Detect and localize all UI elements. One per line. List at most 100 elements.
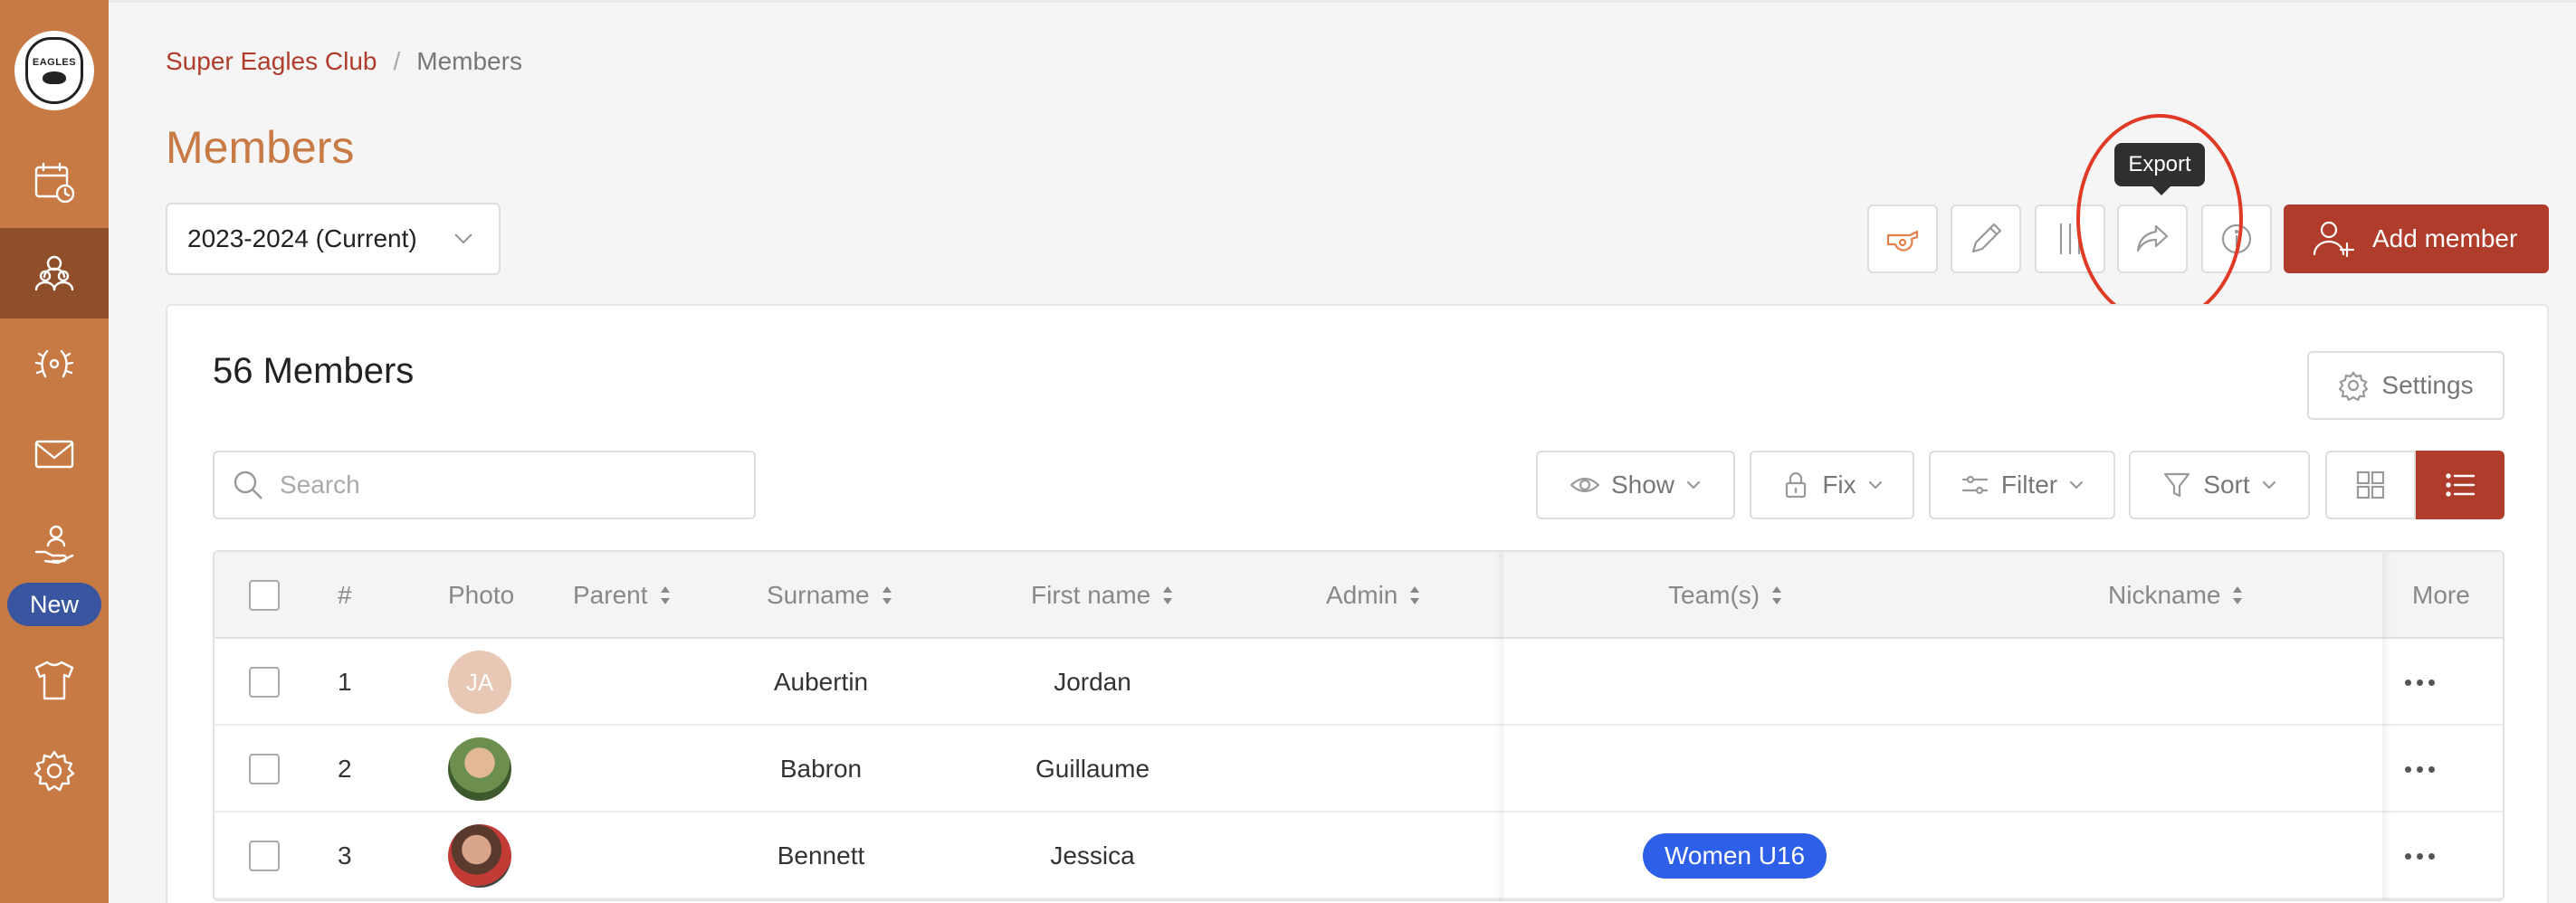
filter-button[interactable]: Filter bbox=[1929, 451, 2115, 519]
surname-cell: Bennett bbox=[777, 841, 865, 870]
header-first-name[interactable]: First name bbox=[1031, 552, 1174, 639]
fix-label: Fix bbox=[1822, 471, 1856, 499]
avatar[interactable] bbox=[448, 824, 511, 888]
members-table: # Photo Parent Surname First name Admin … bbox=[213, 550, 2504, 901]
lock-icon bbox=[1786, 471, 1807, 499]
hand-person-icon bbox=[34, 525, 74, 565]
sort-label: Sort bbox=[2203, 471, 2250, 499]
avatar[interactable] bbox=[448, 737, 511, 801]
season-select[interactable]: 2023-2024 (Current) bbox=[166, 203, 501, 275]
row-number: 2 bbox=[338, 755, 352, 783]
table-row[interactable]: 1 JA Aubertin Jordan bbox=[215, 639, 2503, 726]
header-admin[interactable]: Admin bbox=[1326, 552, 1421, 639]
edit-button[interactable] bbox=[1951, 204, 2021, 273]
header-surname-label: Surname bbox=[767, 581, 870, 609]
search-input[interactable] bbox=[280, 471, 732, 499]
search-icon bbox=[234, 471, 262, 499]
header-parent[interactable]: Parent bbox=[573, 552, 672, 639]
header-more: More bbox=[2412, 581, 2470, 609]
row-more-menu[interactable] bbox=[2405, 813, 2435, 899]
header-first-name-label: First name bbox=[1031, 581, 1151, 609]
sort-icon bbox=[1163, 586, 1173, 604]
logo-text: EAGLES bbox=[32, 57, 77, 68]
filter-label: Filter bbox=[2000, 471, 2058, 499]
header-teams[interactable]: Team(s) bbox=[1668, 552, 1783, 639]
row-more-menu[interactable] bbox=[2405, 726, 2435, 813]
surname-cell: Aubertin bbox=[773, 668, 869, 696]
row-checkbox-cell bbox=[249, 726, 280, 813]
whistle-icon bbox=[1886, 230, 1919, 252]
header-teams-label: Team(s) bbox=[1668, 581, 1760, 609]
row-checkbox[interactable] bbox=[249, 841, 280, 871]
sidebar: EAGLES New bbox=[0, 0, 109, 903]
members-card: 56 Members Settings Show Fix Filter bbox=[166, 304, 2549, 903]
fixed-column-shadow bbox=[1494, 552, 1503, 899]
list-view-button[interactable] bbox=[2416, 451, 2504, 519]
more-column-shadow bbox=[2382, 552, 2391, 899]
photo-cell: JA bbox=[448, 639, 511, 726]
grid-icon bbox=[2356, 471, 2385, 499]
chevron-down-icon bbox=[2262, 480, 2275, 490]
mail-icon bbox=[34, 440, 74, 469]
sidebar-item-awards[interactable] bbox=[0, 318, 109, 409]
show-button[interactable]: Show bbox=[1536, 451, 1735, 519]
header-nickname[interactable]: Nickname bbox=[2108, 552, 2244, 639]
table-row[interactable]: 3 Bennett Jessica Women U16 bbox=[215, 813, 2503, 899]
breadcrumb-club-link[interactable]: Super Eagles Club bbox=[166, 47, 377, 76]
sort-icon bbox=[660, 586, 670, 604]
photo-cell bbox=[448, 726, 511, 813]
sidebar-item-volunteers[interactable] bbox=[0, 499, 109, 590]
select-all-checkbox[interactable] bbox=[249, 580, 280, 611]
members-count: 56 Members bbox=[213, 351, 415, 391]
jersey-icon bbox=[34, 661, 74, 700]
list-icon bbox=[2446, 473, 2476, 497]
first-name-cell: Guillaume bbox=[1035, 755, 1150, 783]
funnel-icon bbox=[2164, 472, 2190, 498]
more-dots-icon bbox=[2405, 765, 2435, 773]
photo-cell bbox=[448, 813, 511, 899]
avatar[interactable]: JA bbox=[448, 651, 511, 714]
row-checkbox-cell bbox=[249, 639, 280, 726]
first-name-cell: Jessica bbox=[1050, 841, 1135, 870]
header-photo: Photo bbox=[448, 581, 515, 609]
row-checkbox[interactable] bbox=[249, 667, 280, 698]
row-more-menu[interactable] bbox=[2405, 639, 2435, 726]
laurel-icon bbox=[34, 349, 74, 378]
row-checkbox-cell bbox=[249, 813, 280, 899]
fix-button[interactable]: Fix bbox=[1750, 451, 1914, 519]
team-tag[interactable]: Women U16 bbox=[1643, 833, 1827, 879]
calendar-clock-icon bbox=[34, 162, 75, 204]
chevron-down-icon bbox=[1686, 480, 1701, 490]
row-checkbox[interactable] bbox=[249, 754, 280, 784]
referee-button[interactable] bbox=[1867, 204, 1938, 273]
sidebar-item-settings[interactable] bbox=[0, 726, 109, 816]
header-surname[interactable]: Surname bbox=[767, 552, 893, 639]
gear-icon bbox=[33, 750, 75, 792]
add-member-button[interactable]: Add member bbox=[2284, 204, 2549, 273]
chevron-down-icon bbox=[2070, 480, 2084, 490]
club-logo[interactable]: EAGLES bbox=[14, 31, 94, 110]
sort-button[interactable]: Sort bbox=[2129, 451, 2310, 519]
chevron-down-icon bbox=[454, 233, 472, 244]
select-all-cell bbox=[249, 552, 280, 639]
settings-button[interactable]: Settings bbox=[2307, 351, 2504, 420]
search-field[interactable] bbox=[213, 451, 756, 519]
sidebar-item-members[interactable] bbox=[0, 228, 109, 318]
sliders-icon bbox=[1961, 475, 1988, 495]
header-parent-label: Parent bbox=[573, 581, 648, 609]
pencil-icon bbox=[1971, 223, 2002, 253]
more-dots-icon bbox=[2405, 852, 2435, 860]
members-icon bbox=[34, 255, 74, 291]
chevron-down-icon bbox=[1868, 480, 1882, 490]
sidebar-item-equipment[interactable] bbox=[0, 635, 109, 726]
row-number: 3 bbox=[338, 841, 352, 870]
page-title: Members bbox=[166, 122, 355, 173]
sidebar-item-messages[interactable] bbox=[0, 409, 109, 499]
sidebar-item-calendar[interactable] bbox=[0, 138, 109, 228]
eye-icon bbox=[1569, 477, 1600, 493]
show-label: Show bbox=[1610, 471, 1675, 499]
grid-view-button[interactable] bbox=[2325, 451, 2416, 519]
table-row[interactable]: 2 Babron Guillaume bbox=[215, 726, 2503, 813]
header-nickname-label: Nickname bbox=[2108, 581, 2221, 609]
sort-icon bbox=[882, 586, 892, 604]
